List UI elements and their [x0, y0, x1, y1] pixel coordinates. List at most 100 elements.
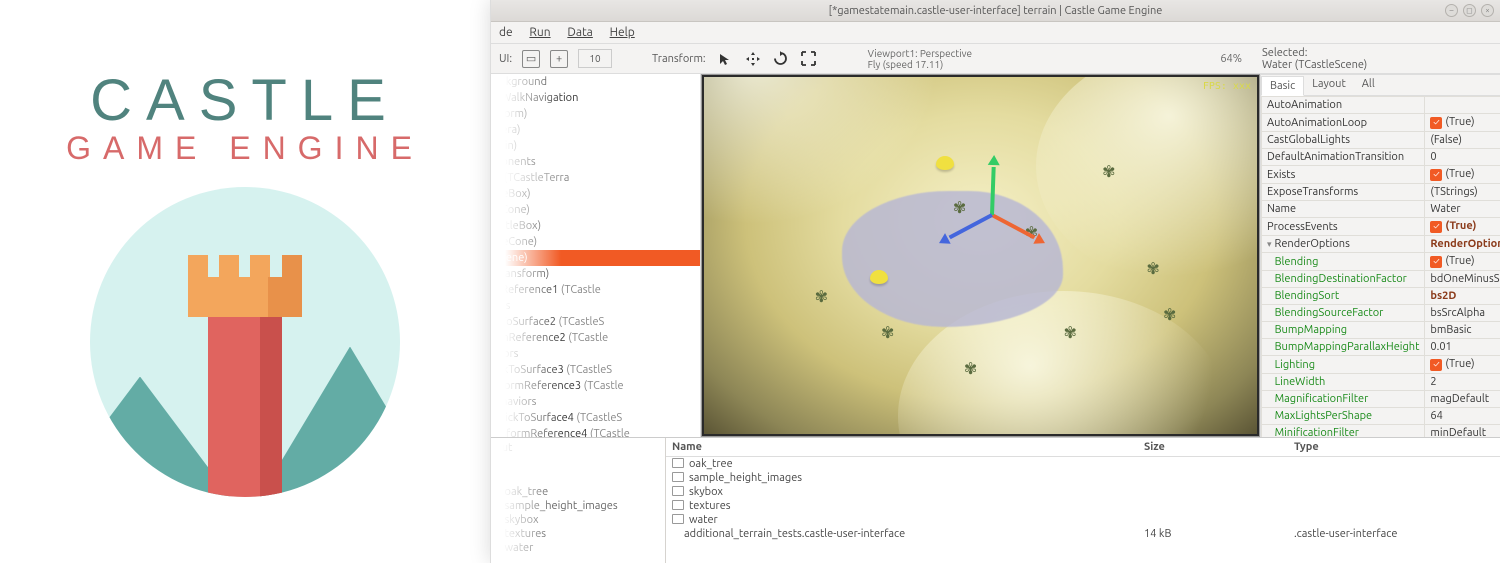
project-tree-item[interactable]: ▸sample_height_images — [491, 499, 665, 513]
logo-title: CASTLE — [66, 67, 424, 134]
logo-text: CASTLE GAME ENGINE — [66, 67, 424, 167]
property-row[interactable]: CastGlobalLights(False) — [1262, 132, 1500, 149]
menu-data[interactable]: Data — [567, 22, 593, 44]
hierarchy-item[interactable]: eCone) — [491, 202, 700, 218]
hierarchy-item[interactable]: nera) — [491, 122, 700, 138]
folder-row[interactable]: sample_height_images — [666, 471, 1500, 485]
property-row[interactable]: MaxLightsPerShape64 — [1262, 408, 1500, 425]
rotate-tool-icon[interactable] — [772, 50, 790, 68]
hierarchy-item[interactable]: rmReference2 (TCastle — [491, 330, 700, 346]
hierarchy-item[interactable]: ackground — [491, 74, 700, 90]
property-row[interactable]: Exists✓(True) — [1262, 166, 1500, 184]
window-titlebar[interactable]: [*gamestatemain.castle-user-interface] t… — [491, 0, 1500, 22]
tab-layout[interactable]: Layout — [1304, 75, 1354, 95]
maximize-button[interactable]: ◻ — [1463, 4, 1476, 17]
property-row[interactable]: LineWidth2 — [1262, 374, 1500, 391]
menu-help[interactable]: Help — [610, 22, 635, 44]
hierarchy-item[interactable]: tleBox) — [491, 186, 700, 202]
property-row[interactable]: MagnificationFiltermagDefault — [1262, 391, 1500, 408]
hierarchy-item[interactable]: Scene) — [491, 250, 700, 266]
tab-basic[interactable]: Basic — [1261, 76, 1304, 96]
hierarchy-item[interactable]: Transform) — [491, 266, 700, 282]
move-tool-icon[interactable] — [744, 50, 762, 68]
selected-label: Selected: — [1262, 47, 1492, 59]
hierarchy-item[interactable]: ickToSurface3 (TCastleS — [491, 362, 700, 378]
ui-rect-icon[interactable]: ▭ — [522, 50, 540, 68]
hierarchy-item[interactable]: ponents — [491, 154, 700, 170]
menu-run[interactable]: Run — [529, 22, 550, 44]
output-label: tput — [491, 441, 665, 455]
file-browser[interactable]: Name Size Type oak_treesample_height_ima… — [666, 438, 1500, 563]
bottom-panel: tput ▸oak_tree▸sample_height_images▸skyb… — [491, 437, 1500, 563]
property-row[interactable]: ProcessEvents✓(True) — [1262, 218, 1500, 236]
property-row[interactable]: ▾RenderOptionsRenderOptions — [1262, 236, 1500, 253]
property-row[interactable]: Lighting✓(True) — [1262, 356, 1500, 374]
property-row[interactable]: AutoAnimation — [1262, 97, 1500, 114]
viewport-canvas[interactable]: ✾ ✾ ✾ ✾ ✾ ✾ ✾ ✾ ✾ FPS: xxx — [704, 77, 1257, 434]
folder-row[interactable]: textures — [666, 499, 1500, 513]
folder-row[interactable]: oak_tree — [666, 457, 1500, 471]
hierarchy-item[interactable]: nReference1 (TCastle — [491, 282, 700, 298]
file-size: 14 kB — [1144, 528, 1294, 540]
viewport-info: Viewport1: Perspective Fly (speed 17.11) — [868, 48, 972, 70]
hierarchy-item[interactable]: viors — [491, 346, 700, 362]
close-button[interactable]: × — [1481, 4, 1494, 17]
selected-value: Water (TCastleScene) — [1262, 59, 1492, 71]
hierarchy-item[interactable]: eWalkNavigation — [491, 90, 700, 106]
col-size[interactable]: Size — [1144, 441, 1294, 453]
hierarchy-item[interactable]: tleCone) — [491, 234, 700, 250]
hierarchy-panel[interactable]: ackgroundeWalkNavigationsform)nera)rain)… — [491, 74, 701, 437]
project-tree-item[interactable]: ▸oak_tree — [491, 485, 665, 499]
col-name[interactable]: Name — [672, 441, 1144, 453]
snap-spinner[interactable]: 10 — [578, 49, 612, 68]
hierarchy-item[interactable]: ehaviors — [491, 394, 700, 410]
selection-header: Selected: Water (TCastleScene) — [1262, 47, 1492, 71]
scale-tool-icon[interactable] — [800, 50, 818, 68]
project-tree-item[interactable]: ▸textures — [491, 527, 665, 541]
property-row[interactable]: BumpMappingbmBasic — [1262, 322, 1500, 339]
property-row[interactable]: BlendingDestinationFactorbdOneMinusSrcAl… — [1262, 271, 1500, 288]
select-tool-icon[interactable] — [716, 50, 734, 68]
viewport-info-line2: Fly (speed 17.11) — [868, 59, 972, 70]
property-row[interactable]: MinificationFilterminDefault — [1262, 425, 1500, 438]
folder-row[interactable]: water — [666, 513, 1500, 527]
hierarchy-item[interactable]: kToSurface2 (TCastleS — [491, 314, 700, 330]
hierarchy-item[interactable]: astleBox) — [491, 218, 700, 234]
project-tree-item[interactable]: ▸skybox — [491, 513, 665, 527]
property-row[interactable]: DefaultAnimationTransition0 — [1262, 149, 1500, 166]
hierarchy-item[interactable]: ors — [491, 298, 700, 314]
fps-counter: FPS: xxx — [1203, 81, 1251, 92]
castle-logo-panel: CASTLE GAME ENGINE — [0, 0, 490, 563]
hierarchy-item[interactable]: 1 (TCastleTerra — [491, 170, 700, 186]
hierarchy-item[interactable]: sformReference3 (TCastle — [491, 378, 700, 394]
project-tree-item[interactable]: ▾water — [491, 541, 665, 555]
property-row[interactable]: ExposeTransforms(TStrings) — [1262, 184, 1500, 201]
property-row[interactable]: AutoAnimationLoop✓(True) — [1262, 114, 1500, 132]
hierarchy-item[interactable]: rain) — [491, 138, 700, 154]
property-row[interactable]: BlendingSourceFactorbsSrcAlpha — [1262, 305, 1500, 322]
menu-code[interactable]: de — [499, 22, 513, 44]
hierarchy-item[interactable]: nsformReference4 (TCastle — [491, 426, 700, 437]
window-title: [*gamestatemain.castle-user-interface] t… — [829, 5, 1163, 17]
file-name: additional_terrain_tests.castle-user-int… — [684, 528, 905, 540]
zoom-percent: 64% — [1220, 53, 1242, 65]
editor-window: [*gamestatemain.castle-user-interface] t… — [490, 0, 1500, 563]
col-type[interactable]: Type — [1294, 441, 1494, 453]
property-row[interactable]: BumpMappingParallaxHeight0.01 — [1262, 339, 1500, 356]
hierarchy-item[interactable]: sform) — [491, 106, 700, 122]
property-row[interactable]: BlendingSortbs2D — [1262, 288, 1500, 305]
file-row[interactable]: additional_terrain_tests.castle-user-int… — [666, 527, 1500, 541]
tab-all[interactable]: All — [1354, 75, 1383, 95]
transform-gizmo[interactable] — [992, 213, 994, 215]
folder-row[interactable]: skybox — [666, 485, 1500, 499]
inspector-tabs: Basic Layout All — [1261, 74, 1500, 96]
hierarchy-item[interactable]: StickToSurface4 (TCastleS — [491, 410, 700, 426]
ui-plus-icon[interactable]: + — [550, 50, 568, 68]
viewport-3d[interactable]: ✾ ✾ ✾ ✾ ✾ ✾ ✾ ✾ ✾ FPS: xxx — [701, 74, 1260, 437]
property-row[interactable]: NameWater — [1262, 201, 1500, 218]
project-tree[interactable]: tput ▸oak_tree▸sample_height_images▸skyb… — [491, 438, 666, 563]
minimize-button[interactable]: – — [1445, 4, 1458, 17]
property-row[interactable]: Blending✓(True) — [1262, 253, 1500, 271]
file-type: .castle-user-interface — [1294, 528, 1494, 540]
inspector-panel: Basic Layout All AutoAnimationAutoAnimat… — [1260, 74, 1500, 437]
